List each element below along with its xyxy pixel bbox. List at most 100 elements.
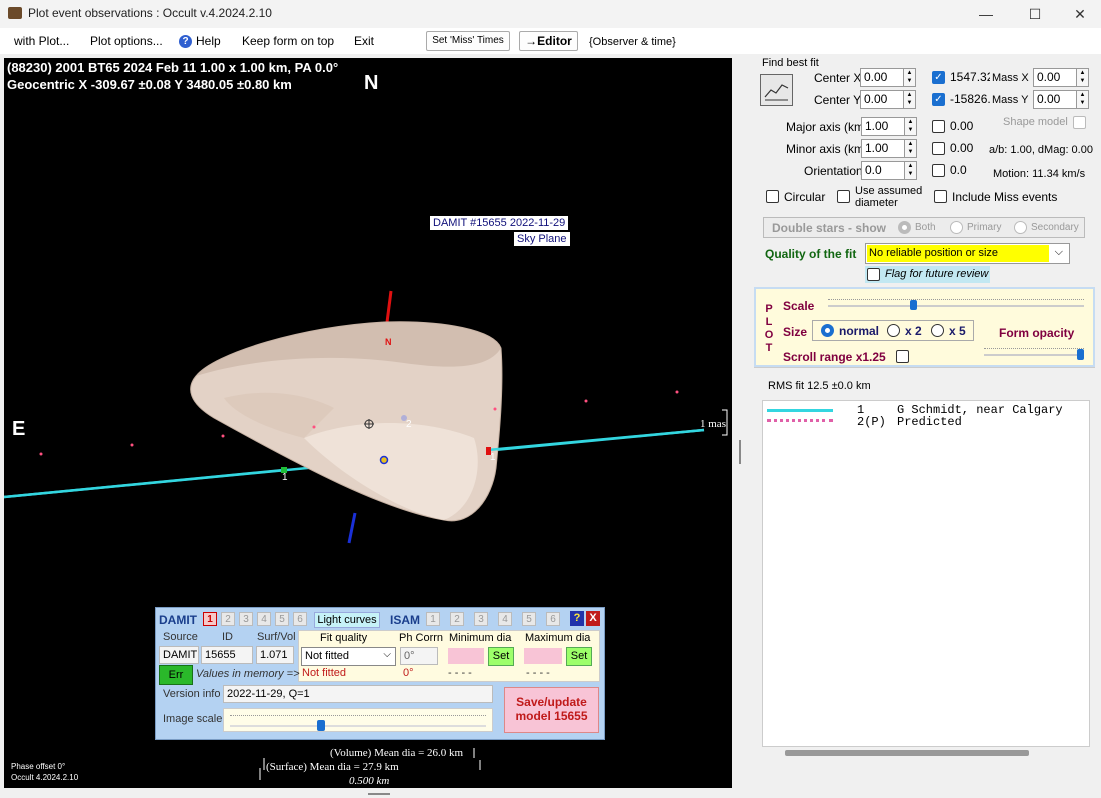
flag-review-label: Flag for future review — [885, 268, 989, 280]
isam-model-2[interactable]: 2 — [450, 612, 464, 626]
isam-model-3[interactable]: 3 — [474, 612, 488, 626]
fit-quality-select[interactable]: Not fitted ⌵ — [301, 647, 396, 666]
mass-x-input[interactable]: 0.00 — [1033, 68, 1077, 87]
observer-time-label[interactable]: {Observer & time} — [589, 36, 676, 48]
major-axis-spinner[interactable]: ▲ ▼ — [904, 117, 917, 136]
max-dia-input[interactable] — [524, 648, 562, 664]
minor-axis-fit-checkbox[interactable] — [932, 142, 945, 155]
max-dia-set-button[interactable]: Set — [566, 647, 592, 666]
double-primary-radio[interactable] — [950, 221, 963, 234]
double-both-radio[interactable] — [898, 221, 911, 234]
damit-model-4[interactable]: 4 — [257, 612, 271, 626]
quality-select[interactable]: No reliable position or size ⌵ — [865, 243, 1070, 264]
set-miss-times-button[interactable]: Set 'Miss' Times — [426, 31, 510, 51]
save-update-label: Save/update — [516, 695, 587, 709]
size-normal-radio[interactable] — [821, 324, 834, 337]
isam-model-6[interactable]: 6 — [546, 612, 560, 626]
damit-model-5[interactable]: 5 — [275, 612, 289, 626]
menu-exit[interactable]: Exit — [354, 34, 374, 48]
scale-thumb[interactable] — [910, 300, 918, 310]
damit-close-button[interactable]: X — [586, 611, 600, 626]
light-curves-button[interactable]: Light curves — [314, 612, 380, 628]
include-miss-checkbox[interactable] — [934, 190, 947, 203]
volume-dia-label: (Volume) Mean dia = 26.0 km — [330, 747, 464, 759]
minor-axis-input[interactable]: 1.00 — [861, 139, 905, 158]
maximize-button[interactable]: ☐ — [1015, 4, 1055, 24]
damit-model-6[interactable]: 6 — [293, 612, 307, 626]
min-dia-set-button[interactable]: Set — [488, 647, 514, 666]
chord-label-left: 1 — [282, 472, 288, 483]
quality-value: No reliable position or size — [867, 245, 1049, 262]
min-dia-label: Minimum dia — [449, 632, 512, 644]
asteroid-shape — [190, 321, 503, 522]
menu-with-plot[interactable]: with Plot... — [14, 34, 69, 48]
menu-plot-options[interactable]: Plot options... — [90, 34, 163, 48]
min-dia-input[interactable] — [448, 648, 484, 664]
phase-offset-label: Phase offset 0° — [11, 762, 66, 771]
isam-model-1[interactable]: 1 — [426, 612, 440, 626]
ph-corr-input[interactable]: 0° — [400, 647, 438, 665]
image-scale-slider[interactable] — [223, 708, 493, 732]
scale-slider[interactable] — [824, 295, 1088, 315]
orientation-input[interactable]: 0.0 — [861, 161, 905, 180]
minimize-button[interactable]: — — [966, 4, 1006, 24]
help-icon[interactable]: ? — [179, 35, 192, 48]
center-x-input[interactable]: 0.00 — [860, 68, 904, 87]
image-scale-thumb[interactable] — [316, 720, 325, 731]
circular-checkbox[interactable] — [766, 190, 779, 203]
orientation-fit-checkbox[interactable] — [932, 164, 945, 177]
center-y-input[interactable]: 0.00 — [860, 90, 904, 109]
minor-axis-spinner[interactable]: ▲ ▼ — [904, 139, 917, 158]
save-update-model-button[interactable]: Save/update model 15655 — [504, 687, 599, 733]
center-x-fit-checkbox[interactable]: ✓ — [932, 71, 945, 84]
size-x5-radio[interactable] — [931, 324, 944, 337]
orientation-spinner[interactable]: ▲ ▼ — [904, 161, 917, 180]
splitter-handle[interactable] — [739, 440, 741, 464]
source-label: Source — [163, 631, 198, 643]
menu-keep-on-top[interactable]: Keep form on top — [242, 34, 334, 48]
isam-model-4[interactable]: 4 — [498, 612, 512, 626]
legend-scrollbar[interactable] — [785, 750, 1029, 756]
plot-letter-p: P — [765, 303, 773, 315]
app-icon — [8, 7, 22, 19]
center-x-spinner[interactable]: ▲ ▼ — [903, 68, 916, 87]
center-y-fit-checkbox[interactable]: ✓ — [932, 93, 945, 106]
menu-help[interactable]: Help — [196, 34, 221, 48]
damit-help-button[interactable]: ? — [570, 611, 584, 626]
id-value: 15655 — [201, 646, 253, 664]
bottom-splitter-handle[interactable] — [368, 793, 390, 795]
isam-model-5[interactable]: 5 — [522, 612, 536, 626]
max-dia-memory: - - - - — [526, 667, 550, 679]
major-axis-input[interactable]: 1.00 — [861, 117, 905, 136]
use-assumed-diameter-checkbox[interactable] — [837, 190, 850, 203]
double-both-label: Both — [915, 222, 936, 233]
damit-model-2[interactable]: 2 — [221, 612, 235, 626]
mass-y-input[interactable]: 0.00 — [1033, 90, 1077, 109]
err-button[interactable]: Err — [159, 665, 193, 685]
find-best-fit-button[interactable] — [760, 74, 793, 106]
size-x2-radio[interactable] — [887, 324, 900, 337]
flag-review-checkbox[interactable] — [867, 268, 880, 281]
shape-model-label: Shape model — [1003, 116, 1068, 128]
center-x-label: Center X — [814, 71, 862, 85]
close-button[interactable]: ✕ — [1060, 4, 1100, 24]
image-scale-label: Image scale — [163, 713, 223, 725]
motion-label: Motion: 11.34 km/s — [993, 168, 1086, 180]
observer-legend-list[interactable]: 1 G Schmidt, near Calgary 2(P) Predicted — [762, 400, 1090, 756]
damit-model-3[interactable]: 3 — [239, 612, 253, 626]
mass-y-spinner[interactable]: ▲ ▼ — [1076, 90, 1089, 109]
editor-button[interactable]: →Editor — [519, 31, 578, 51]
scroll-range-checkbox[interactable] — [896, 350, 909, 363]
major-axis-fit-checkbox[interactable] — [932, 120, 945, 133]
form-opacity-slider[interactable] — [980, 345, 1090, 365]
center-y-spinner[interactable]: ▲ ▼ — [903, 90, 916, 109]
form-opacity-thumb[interactable] — [1077, 349, 1084, 360]
damit-model-1[interactable]: 1 — [203, 612, 217, 626]
sky-plane-label: Sky Plane — [514, 232, 570, 246]
flag-review-group: Flag for future review — [865, 266, 990, 283]
mass-x-spinner[interactable]: ▲ ▼ — [1076, 68, 1089, 87]
shape-model-checkbox[interactable] — [1073, 116, 1086, 129]
id-label: ID — [222, 631, 233, 643]
double-secondary-radio[interactable] — [1014, 221, 1027, 234]
occult-version-label: Occult 4.2024.2.10 — [11, 773, 79, 782]
